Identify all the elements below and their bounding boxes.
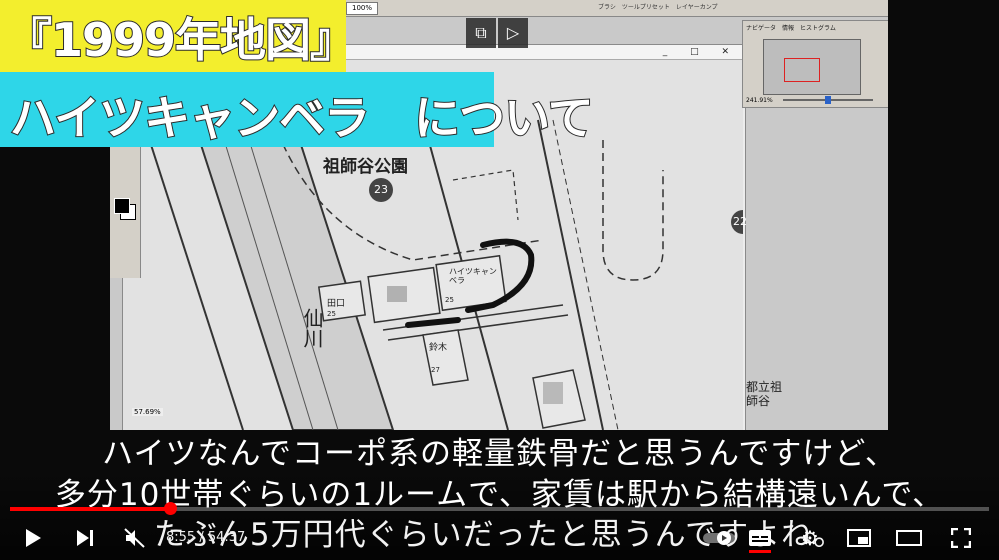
fullscreen-icon[interactable] [945,520,977,556]
building-left-label: 田口 [327,299,346,309]
cast-icon[interactable]: ▷ [498,18,528,48]
title-line-1: 『1999年地図』 [5,12,357,68]
building-below-number: 27 [431,366,440,374]
progress-played [10,507,170,511]
navigator-thumbnail[interactable] [763,39,861,95]
navigator-tabs[interactable]: ナビゲータ 情報 ヒストグラム [743,21,888,34]
marker-22: 22 [733,215,747,228]
captions-icon[interactable] [745,520,775,556]
river-label: 仙川 [300,308,324,348]
volume-muted-icon[interactable] [120,520,150,556]
foreground-color-swatch[interactable] [114,198,130,214]
title-banner-2: ハイツキャンベラ について [0,72,595,147]
pip-icon[interactable]: ⧉ [466,18,496,48]
building-left-number: 25 [327,310,336,318]
next-icon[interactable] [70,520,100,556]
building-main-number: 25 [445,296,454,304]
status-zoom: 57.69% [132,408,163,416]
time-display: 8:55 / 54:37 [166,530,246,545]
progress-bar[interactable] [10,507,989,511]
navigator-view-box[interactable] [784,58,820,82]
building-main-label: ハイツキャンベラ [449,267,497,285]
palette-tabs[interactable]: ブラシ ツールプリセット レイヤーカンプ [598,2,718,11]
navigator-zoom: 241.91% [746,97,773,104]
window-buttons[interactable]: _ □ ✕ [663,45,739,59]
progress-scrubber[interactable] [163,502,177,515]
bottom-right-label: 都立祖師谷 [746,380,783,408]
caption-line-1: ハイツなんでコーポ系の軽量鉄骨だと思うんですけど、 [102,436,897,472]
building-below-label: 鈴木 [429,343,448,353]
video-frame[interactable]: 100% ブラシ ツールプリセット レイヤーカンプ _ □ ✕ 祖師谷公園 23… [0,0,999,560]
theater-icon[interactable] [893,520,925,556]
settings-icon[interactable]: ⚙ [795,520,825,556]
overlay-buttons: ⧉ ▷ [466,18,530,48]
autoplay-toggle-icon[interactable] [700,520,740,556]
park-number: 23 [374,183,388,196]
player-controls: 8:55 / 54:37 ⚙ [0,520,999,560]
play-icon[interactable] [18,520,48,556]
captions-on-indicator [749,550,771,553]
title-line-2: ハイツキャンベラ について [9,90,595,146]
miniplayer-icon[interactable] [843,520,875,556]
navigator-panel: ナビゲータ 情報 ヒストグラム 241.91% [742,20,888,108]
navigator-zoom-knob[interactable] [825,96,831,104]
title-banner-1: 『1999年地図』 [0,0,357,72]
park-label: 祖師谷公園 [323,157,408,177]
